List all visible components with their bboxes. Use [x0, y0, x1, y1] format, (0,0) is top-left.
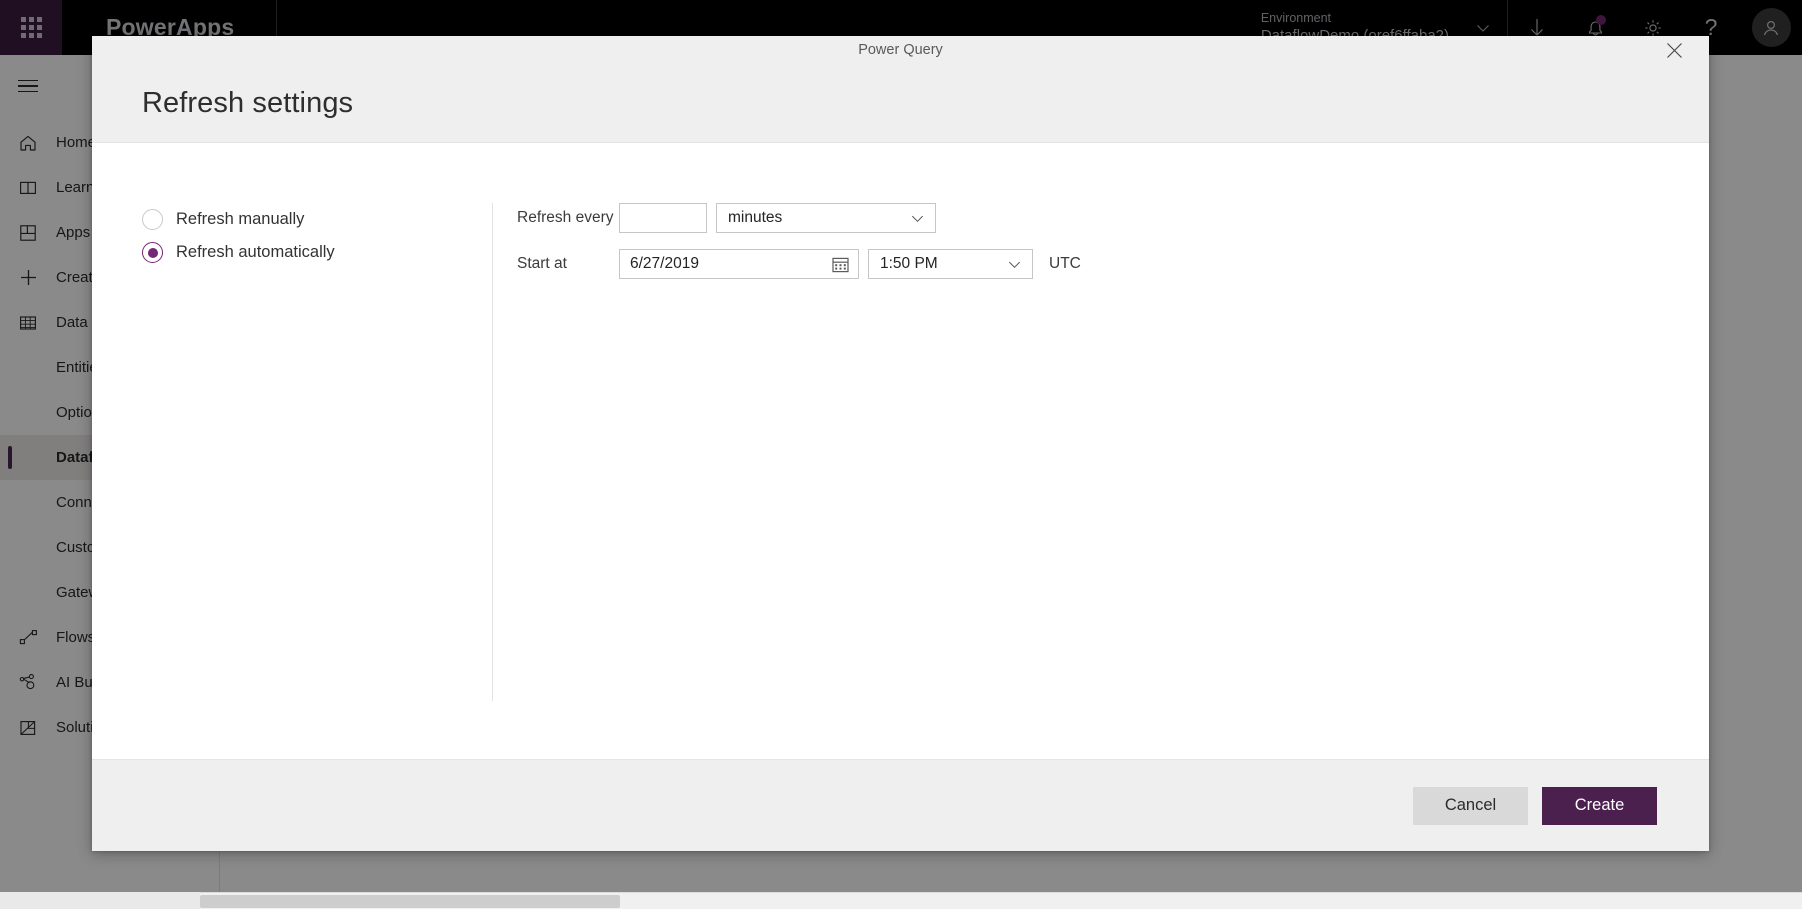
- start-date-field[interactable]: 6/27/2019: [619, 249, 859, 279]
- radio-indicator: [142, 242, 163, 263]
- chevron-down-icon: [1007, 257, 1022, 272]
- cancel-button[interactable]: Cancel: [1413, 786, 1528, 825]
- refresh-mode-radio-group: Refresh manually Refresh automatically: [92, 203, 492, 759]
- radio-refresh-manually[interactable]: Refresh manually: [142, 203, 492, 236]
- close-icon[interactable]: [1651, 36, 1697, 64]
- radio-label: Refresh automatically: [176, 243, 335, 261]
- start-at-row: Start at 6/27/2019 1:50 PM UTC: [517, 249, 1669, 279]
- schedule-settings-pane: Refresh every minutes Start at 6/27/2019: [492, 203, 1669, 701]
- dialog-window-title: Power Query: [858, 42, 943, 58]
- horizontal-scrollbar[interactable]: [0, 892, 1802, 909]
- refresh-every-row: Refresh every minutes: [517, 203, 1669, 233]
- timezone-label: UTC: [1049, 255, 1081, 272]
- dialog-titlebar: Power Query: [92, 36, 1709, 64]
- dialog-header: Refresh settings: [92, 64, 1709, 143]
- calendar-icon[interactable]: [831, 255, 850, 274]
- create-button[interactable]: Create: [1542, 786, 1657, 825]
- start-time-dropdown[interactable]: 1:50 PM: [868, 249, 1033, 279]
- start-time-value: 1:50 PM: [880, 255, 938, 272]
- start-date-value: 6/27/2019: [630, 255, 699, 272]
- scrollbar-left-gutter: [0, 892, 200, 909]
- radio-label: Refresh manually: [176, 210, 305, 228]
- start-at-label: Start at: [517, 255, 567, 272]
- interval-unit-dropdown[interactable]: minutes: [716, 203, 936, 233]
- chevron-down-icon: [910, 211, 925, 226]
- radio-refresh-automatically[interactable]: Refresh automatically: [142, 236, 492, 269]
- dialog-footer: Cancel Create: [92, 759, 1709, 851]
- scrollbar-thumb[interactable]: [200, 895, 620, 908]
- refresh-every-label: Refresh every: [517, 209, 614, 226]
- refresh-interval-input[interactable]: [619, 203, 707, 233]
- radio-indicator: [142, 209, 163, 230]
- page-title: Refresh settings: [142, 86, 354, 119]
- interval-unit-value: minutes: [728, 209, 783, 226]
- refresh-settings-dialog: Power Query Refresh settings Refresh man…: [92, 36, 1709, 851]
- dialog-body: Refresh manually Refresh automatically R…: [92, 143, 1709, 759]
